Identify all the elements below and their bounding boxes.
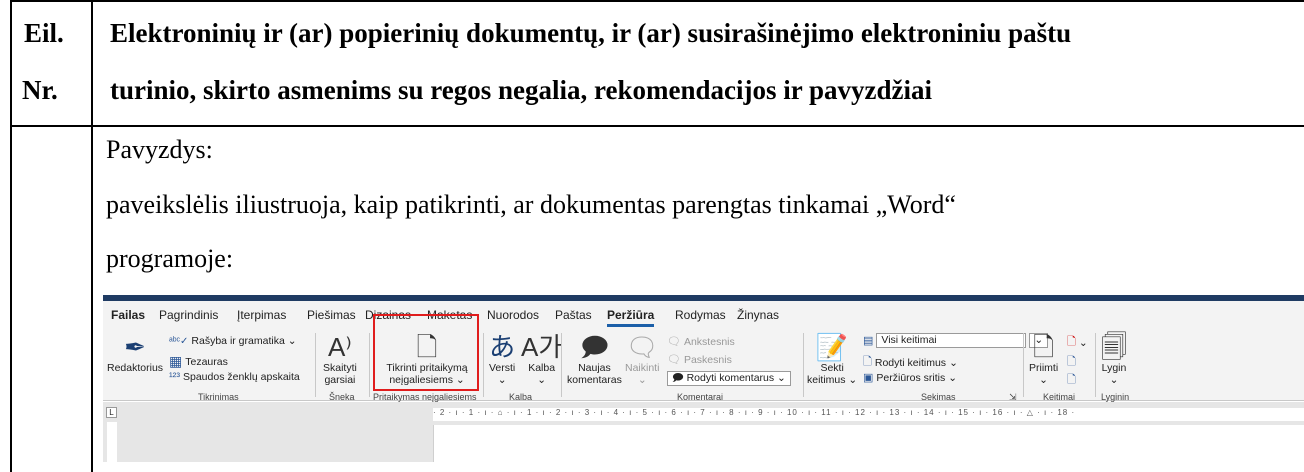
reject-button[interactable]: 🗋 ⌄ bbox=[1067, 333, 1088, 352]
show-comments-button[interactable]: 🗩 Rodyti komentarus ⌄ bbox=[667, 371, 791, 386]
ribbon-tab-bar: Failas Pagrindinis Įterpimas Piešimas Di… bbox=[103, 301, 1304, 327]
group-separator bbox=[315, 333, 316, 397]
chevron-down-icon: ⌄ bbox=[497, 374, 507, 386]
header-col2-line1: Elektroninių ir (ar) popierinių dokument… bbox=[110, 18, 1072, 48]
spelling-button[interactable]: ᵃᵇᶜ✓ Rašyba ir gramatika ⌄ bbox=[169, 335, 297, 347]
header-col1-line2: Nr. bbox=[22, 75, 58, 105]
display-for-review-dropdown[interactable]: ▤ Visi keitimai ⌄ bbox=[863, 333, 1049, 348]
reviewing-pane-icon: ▣ bbox=[863, 372, 874, 384]
previous-change-button[interactable]: 🗋 bbox=[1067, 353, 1076, 372]
comment-icon: 🗩 bbox=[672, 372, 684, 384]
new-comment-button[interactable]: 🗩 Naujas komentaras bbox=[567, 332, 622, 386]
editor-pen-icon: ✒ bbox=[124, 332, 146, 362]
show-markup-icon: 🗋 bbox=[863, 356, 872, 368]
accept-button[interactable]: 🗋 Priimti ⌄ bbox=[1029, 332, 1058, 386]
accept-change-icon: 🗋 bbox=[1033, 332, 1055, 362]
reject-change-icon: 🗋 bbox=[1067, 336, 1076, 348]
group-label-sneka: Šneka bbox=[329, 392, 355, 402]
group-separator bbox=[483, 333, 484, 397]
track-changes-button[interactable]: 📝 Sekti keitimus ⌄ bbox=[807, 332, 857, 386]
previous-change-icon: 🗋 bbox=[1067, 356, 1076, 368]
next-comment-button[interactable]: 🗨 Paskesnis bbox=[667, 353, 732, 367]
chevron-down-icon: ⌄ bbox=[1039, 374, 1048, 386]
table-top-border bbox=[10, 0, 1304, 2]
group-separator bbox=[1023, 333, 1024, 397]
group-separator bbox=[1095, 333, 1096, 397]
example-description-line1: paveikslėlis iliustruoja, kaip patikrint… bbox=[106, 190, 956, 219]
thesaurus-icon: ▦ bbox=[169, 353, 183, 369]
column-divider bbox=[91, 0, 93, 472]
translate-icon: あ bbox=[489, 332, 516, 362]
group-label-komentarai: Komentarai bbox=[677, 392, 724, 402]
previous-comment-icon: 🗨 bbox=[667, 336, 681, 348]
example-label: Pavyzdys: bbox=[106, 135, 213, 164]
example-description-line2: programoje: bbox=[106, 244, 234, 273]
chevron-down-icon: ⌄ bbox=[948, 371, 958, 384]
language-button[interactable]: A가 Kalba ⌄ bbox=[521, 332, 562, 386]
tab-nuorodos[interactable]: Nuorodos bbox=[487, 308, 539, 322]
group-label-keitimai: Keitimai bbox=[1043, 392, 1076, 402]
previous-comment-button[interactable]: 🗨 Ankstesnis bbox=[667, 335, 735, 349]
redaktorius-button[interactable]: ✒ Redaktorius bbox=[107, 332, 163, 374]
next-comment-icon: 🗨 bbox=[667, 354, 681, 366]
word-count-icon: ¹²³ bbox=[169, 371, 180, 383]
next-change-button[interactable]: 🗋 bbox=[1067, 371, 1076, 390]
language-icon: A가 bbox=[521, 332, 563, 362]
chevron-down-icon: ⌄ bbox=[637, 374, 647, 386]
new-comment-icon: 🗩 bbox=[579, 332, 609, 362]
show-markup-button[interactable]: 🗋 Rodyti keitimus ⌄ bbox=[863, 353, 958, 372]
track-changes-icon: 📝 bbox=[815, 332, 849, 362]
group-label-pritaikymas: Pritaikymas neįgaliesiems bbox=[373, 392, 477, 402]
compare-icon: 🗐 bbox=[1101, 332, 1127, 362]
delete-comment-icon: 🗨 bbox=[625, 332, 659, 362]
tab-pastas[interactable]: Paštas bbox=[555, 308, 592, 322]
tab-perziura[interactable]: Peržiūra bbox=[607, 308, 655, 327]
group-separator bbox=[561, 333, 562, 397]
next-change-icon: 🗋 bbox=[1067, 374, 1076, 386]
thesaurus-button[interactable]: ▦ Tezauras bbox=[169, 353, 228, 370]
tab-iterpimas[interactable]: Įterpimas bbox=[237, 308, 286, 322]
chevron-down-icon: ⌄ bbox=[1078, 336, 1088, 349]
group-label-kalba: Kalba bbox=[509, 392, 533, 402]
group-label-lyginimas: Lyginin bbox=[1101, 392, 1130, 402]
vertical-ruler[interactable] bbox=[107, 422, 117, 462]
tab-zinynas[interactable]: Žinynas bbox=[737, 308, 779, 322]
delete-comment-button[interactable]: 🗨 Naikinti ⌄ bbox=[625, 332, 659, 386]
group-separator bbox=[369, 333, 370, 397]
read-aloud-button[interactable]: A⁾ Skaityti garsiai bbox=[323, 332, 357, 386]
horizontal-ruler[interactable]: · 2 · ı · 1 · ı · ⌂ · ı · 1 · ı · 2 · ı … bbox=[433, 408, 1304, 421]
spelling-icon: ᵃᵇᶜ✓ bbox=[169, 335, 189, 347]
chevron-down-icon: ⌄ bbox=[949, 356, 958, 369]
highlight-box bbox=[373, 314, 479, 391]
chevron-down-icon: ⌄ bbox=[537, 374, 547, 386]
word-ribbon-screenshot: Failas Pagrindinis Įterpimas Piešimas Di… bbox=[103, 295, 1304, 462]
tab-failas[interactable]: Failas bbox=[111, 308, 145, 322]
chevron-down-icon: ⌄ bbox=[845, 374, 858, 386]
group-separator bbox=[803, 333, 804, 397]
tab-piesimas[interactable]: Piešimas bbox=[307, 308, 356, 322]
header-col1-line1: Eil. bbox=[24, 18, 64, 48]
group-label-tikrinimas: Tikrinimas bbox=[198, 392, 239, 402]
chevron-down-icon: ⌄ bbox=[1109, 374, 1119, 386]
group-label-sekimas: Sekimas bbox=[921, 392, 956, 402]
compare-button[interactable]: 🗐 Lygin ⌄ bbox=[1101, 332, 1127, 386]
tab-rodymas[interactable]: Rodymas bbox=[675, 308, 726, 322]
translate-button[interactable]: あ Versti ⌄ bbox=[489, 332, 515, 386]
tab-selector-icon[interactable]: L bbox=[106, 407, 117, 418]
tab-pagrindinis[interactable]: Pagrindinis bbox=[159, 308, 218, 322]
header-col2-line2: turinio, skirto asmenims su regos negali… bbox=[110, 75, 933, 105]
chevron-down-icon: ⌄ bbox=[287, 335, 297, 347]
word-count-button[interactable]: ¹²³ Spaudos ženklų apskaita bbox=[169, 371, 300, 383]
markup-icon: ▤ bbox=[863, 335, 874, 347]
read-aloud-icon: A⁾ bbox=[328, 332, 352, 362]
reviewing-pane-button[interactable]: ▣ Peržiūros sritis ⌄ bbox=[863, 371, 958, 385]
document-page[interactable] bbox=[433, 425, 1304, 462]
table-left-border bbox=[10, 0, 12, 472]
